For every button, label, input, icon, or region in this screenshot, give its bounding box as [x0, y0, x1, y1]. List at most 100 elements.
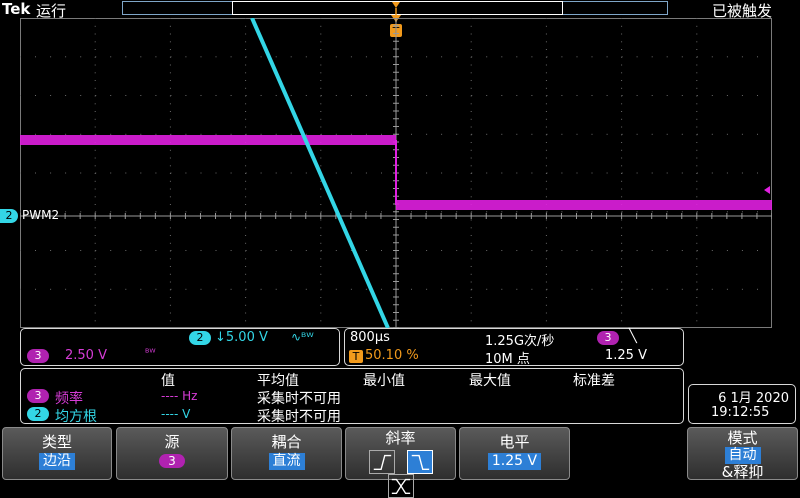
grid-dot: [681, 288, 683, 290]
grid-dot: [411, 133, 412, 135]
grid-dot: [426, 172, 428, 174]
grid-dot: [245, 111, 247, 112]
grid-dot: [531, 133, 533, 135]
grid-dot: [169, 297, 171, 298]
grid-dot: [726, 95, 728, 96]
grid-dot: [696, 165, 698, 167]
grid-dot: [470, 266, 472, 267]
grid-dot: [94, 227, 96, 229]
grid-dot: [696, 304, 698, 306]
grid-dot: [94, 273, 96, 275]
grid-dot: [696, 103, 698, 105]
meas-header-value: 值: [161, 373, 175, 389]
grid-dot: [200, 250, 202, 251]
grid-dot: [621, 49, 623, 50]
ch2-ground-marker[interactable]: 2: [0, 209, 18, 223]
grid-dot: [169, 273, 171, 275]
grid-dot: [169, 320, 171, 322]
grid-dot: [230, 95, 232, 96]
grid-dot: [94, 219, 96, 221]
grid-dot: [501, 172, 503, 174]
grid-dot: [621, 111, 623, 112]
channel-info-panel[interactable]: 2 ↓5.00 V ∿ᴮᵂ 3 2.50 V ᴮᵂ: [20, 328, 340, 366]
grid-dot: [546, 95, 548, 96]
grid-dot: [245, 165, 247, 167]
grid-dot: [200, 288, 202, 290]
coupling-softkey[interactable]: 耦合 直流: [231, 427, 342, 480]
grid-dot: [110, 211, 112, 213]
grid-dot: [275, 56, 277, 58]
grid-dot: [545, 80, 547, 81]
grid-dot: [711, 133, 713, 135]
grid-dot: [501, 133, 503, 135]
grid-dot: [606, 211, 608, 213]
grid-dot: [621, 126, 623, 128]
measurement-row[interactable]: 3 频率 ---- Hz 采集时不可用: [27, 388, 677, 407]
measurement-row[interactable]: 2 均方根 ---- V 采集时不可用: [27, 406, 677, 425]
grid-dot: [200, 172, 202, 174]
type-softkey[interactable]: 类型 边沿: [2, 427, 112, 480]
grid-dot: [606, 56, 608, 58]
grid-dot: [95, 211, 97, 213]
meas-row-name: 均方根: [55, 409, 97, 425]
grid-dot: [169, 219, 171, 221]
slope-rising-icon[interactable]: [368, 450, 395, 474]
grid-dot: [94, 204, 96, 205]
grid-dot: [470, 219, 472, 221]
grid-dot: [681, 133, 683, 135]
grid-dot: [696, 188, 698, 190]
grid-dot: [65, 288, 67, 290]
grid-dot: [696, 64, 698, 66]
grid-dot: [169, 41, 171, 43]
ch2-label: PWM2: [22, 208, 60, 222]
grid-dot: [335, 56, 337, 58]
time-per-div: 800µs: [350, 330, 390, 345]
source-softkey[interactable]: 源 3: [116, 427, 228, 480]
grid-dot: [470, 72, 472, 74]
grid-dot: [381, 211, 382, 213]
slope-softkey[interactable]: 斜率: [345, 427, 456, 498]
grid-dot: [169, 25, 171, 27]
grid-dot: [711, 288, 713, 290]
level-softkey[interactable]: 电平 1.25 V: [459, 427, 570, 480]
grid-dot: [320, 273, 322, 275]
grid-dot: [576, 288, 578, 290]
grid-dot: [185, 250, 187, 251]
grid-dot: [545, 266, 547, 267]
grid-dot: [546, 250, 548, 251]
grid-dot: [320, 87, 322, 89]
grid-dot: [757, 288, 758, 290]
grid-dot: [501, 250, 503, 251]
slope-falling-icon[interactable]: [406, 450, 433, 474]
grid-dot: [170, 211, 172, 213]
grid-dot: [94, 242, 96, 244]
grid-dot: [726, 250, 728, 251]
grid-dot: [95, 172, 97, 174]
grid-dot: [245, 219, 247, 221]
grid-dot: [169, 235, 171, 236]
grid-dot: [320, 204, 322, 205]
grid-dot: [169, 266, 171, 267]
grid-dot: [185, 133, 187, 135]
grid-dot: [260, 172, 262, 174]
mode-softkey[interactable]: 模式 自动 &释抑: [687, 427, 798, 481]
slope-either-icon[interactable]: [387, 474, 414, 498]
grid-dot: [140, 133, 142, 135]
grid-dot: [666, 133, 668, 135]
grid-dot: [470, 33, 472, 35]
grid-dot: [471, 250, 473, 251]
grid-dot: [546, 133, 548, 135]
grid-dot: [411, 56, 412, 58]
grid-dot: [140, 172, 142, 174]
measurements-panel[interactable]: 值 平均值 最小值 最大值 标准差 3 频率 ---- Hz 采集时不可用 2 …: [20, 368, 684, 425]
datetime-panel[interactable]: 6 1月 2020 19:12:55: [688, 384, 796, 424]
grid-dot: [230, 133, 232, 135]
ch3-bandwidth-icon: ᴮᵂ: [145, 348, 156, 359]
grid-dot: [50, 288, 52, 290]
timebase-panel[interactable]: 800µs 1.25G次/秒 3 ╲ T 50.10 % 10M 点 1.25 …: [344, 328, 684, 367]
grid-dot: [470, 41, 472, 43]
grid-dot: [546, 56, 548, 58]
grid-dot: [35, 95, 36, 96]
grid-dot: [125, 172, 127, 174]
grid-dot: [621, 266, 623, 267]
